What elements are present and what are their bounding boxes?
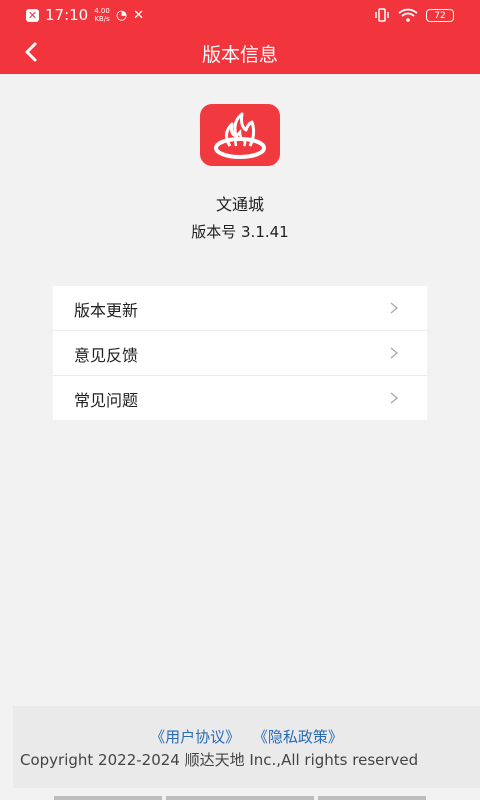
tools-icon: ✕ bbox=[133, 7, 145, 23]
menu-item-label: 常见问题 bbox=[74, 391, 139, 410]
page-title: 版本信息 bbox=[201, 44, 278, 66]
app-header: ✕ 17:10 4.00 KB/s ◔ ✕ 72 版本信息 bbox=[0, 0, 480, 74]
network-speed-unit: KB/s bbox=[94, 15, 110, 23]
privacy-policy-link[interactable]: 《隐私政策》 bbox=[253, 728, 343, 746]
user-agreement-link[interactable]: 《用户协议》 bbox=[150, 728, 240, 746]
status-time: 17:10 bbox=[45, 6, 89, 24]
menu-item-faq[interactable]: 常见问题 bbox=[53, 376, 427, 420]
wifi-icon bbox=[398, 8, 418, 22]
timer-icon: ◔ bbox=[115, 7, 128, 23]
app-name: 文通城 bbox=[215, 195, 264, 214]
flame-icon bbox=[214, 112, 266, 159]
chevron-right-icon bbox=[390, 392, 399, 404]
chevron-right-icon bbox=[390, 302, 399, 314]
menu-item-feedback[interactable]: 意见反馈 bbox=[53, 331, 427, 376]
menu-item-version-update[interactable]: 版本更新 bbox=[53, 286, 427, 331]
settings-menu: 版本更新 意见反馈 常见问题 bbox=[53, 286, 427, 420]
nav-bar: 版本信息 bbox=[0, 30, 480, 74]
battery-icon: 72 bbox=[426, 8, 454, 22]
app-version: 版本号 3.1.41 bbox=[191, 223, 289, 241]
network-speed-value: 4.00 bbox=[94, 7, 110, 15]
notification-close-icon: ✕ bbox=[26, 8, 39, 22]
menu-item-label: 意见反馈 bbox=[74, 346, 139, 365]
bottom-bar-segment bbox=[318, 796, 426, 800]
menu-item-label: 版本更新 bbox=[74, 301, 139, 320]
bottom-bar-segment bbox=[166, 796, 314, 800]
status-bar: ✕ 17:10 4.00 KB/s ◔ ✕ 72 bbox=[0, 0, 480, 30]
copyright-text: Copyright 2022-2024 顺达天地 Inc.,All rights… bbox=[20, 751, 419, 769]
vibrate-icon bbox=[375, 8, 389, 22]
chevron-right-icon bbox=[390, 347, 399, 359]
bottom-bar-segment bbox=[54, 796, 162, 800]
footer-links: 《用户协议》 《隐私政策》 bbox=[13, 726, 480, 747]
network-speed: 4.00 KB/s bbox=[94, 7, 110, 23]
footer: 《用户协议》 《隐私政策》 Copyright 2022-2024 顺达天地 I… bbox=[13, 706, 480, 788]
app-logo bbox=[200, 104, 280, 166]
